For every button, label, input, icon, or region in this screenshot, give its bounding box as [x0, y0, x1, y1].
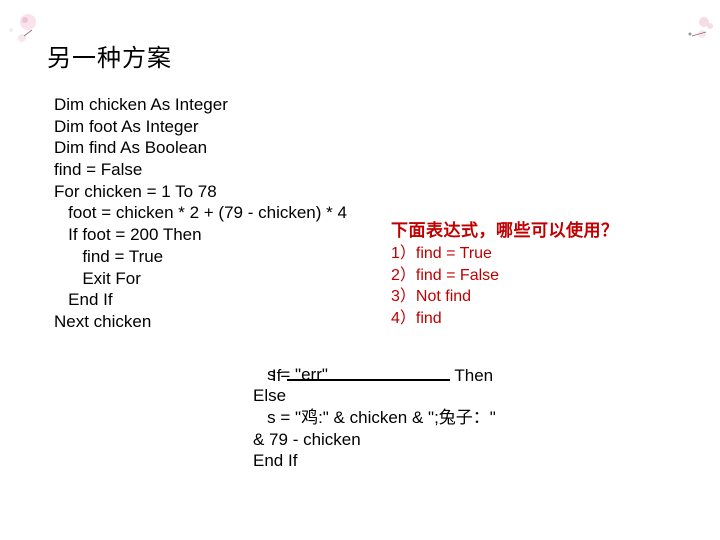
question-option: 4）find	[391, 310, 442, 328]
code-line: Dim find As Boolean	[54, 138, 208, 158]
if-blank-line: If Then	[253, 342, 496, 385]
code-line: find = False	[54, 160, 143, 180]
code-line: Dim chicken As Integer	[54, 95, 228, 114]
code-block-fill-in: If Then s = "err" Else s = "鸡:" & chicken…	[253, 342, 496, 472]
code-line: foot = chicken * 2 + (79 - chicken) * 4	[54, 203, 347, 223]
code-line: If foot = 200 Then	[54, 225, 202, 245]
code-line: Exit For	[54, 268, 141, 288]
question-option: 3）Not find	[391, 288, 472, 306]
question-title: 下面表达式，哪些可以使用？	[391, 221, 619, 241]
question-box: 下面表达式，哪些可以使用？ 1）find = True 2）find = Fal…	[391, 219, 619, 330]
flower-decoration-icon	[9, 14, 36, 42]
code-line: For chicken = 1 To 78	[54, 181, 217, 201]
code-line: End If	[253, 451, 298, 471]
flower-decoration-icon	[688, 17, 713, 38]
code-block-main: Dim chicken As Integer Dim foot As Integ…	[54, 94, 347, 333]
code-line: & 79 - chicken	[253, 429, 361, 449]
code-line: s = "鸡:" & chicken & ";兔子："	[253, 408, 496, 428]
slide-title: 另一种方案	[47, 44, 172, 72]
then-keyword: Then	[454, 365, 494, 385]
code-line: Next chicken	[54, 311, 152, 331]
question-option: 1）find = True	[391, 245, 492, 262]
code-line: Dim foot As Integer	[54, 116, 199, 136]
code-line: find = True	[54, 246, 164, 266]
question-option: 2）find = False	[391, 266, 500, 284]
code-line: Else	[253, 386, 287, 406]
code-line: End If	[54, 290, 113, 310]
